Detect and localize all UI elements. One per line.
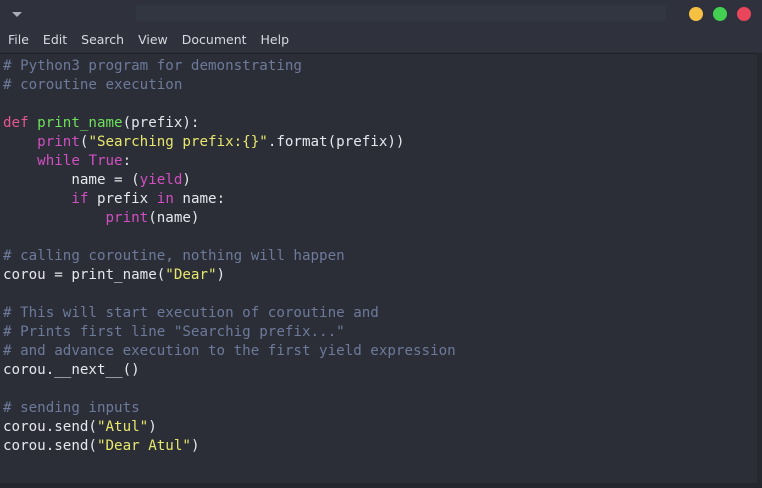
code-token-comment: # Prints first line "Searchig prefix..." <box>3 324 345 340</box>
code-token-plain: ) <box>182 172 191 188</box>
code-token-plain: corou.__next__() <box>3 362 140 378</box>
status-bar <box>0 483 762 488</box>
code-line[interactable]: corou = print_name("Dear") <box>3 266 456 285</box>
code-token-plain: ) <box>190 438 200 454</box>
menu-file[interactable]: File <box>1 28 36 52</box>
code-line[interactable]: corou.__next__() <box>3 361 456 380</box>
maximize-button[interactable] <box>713 7 727 21</box>
code-line[interactable]: # Python3 program for demonstrating <box>3 57 456 76</box>
code-token-plain: .format(prefix)) <box>267 134 405 150</box>
editor-window: File Edit Search View Document Help # Py… <box>0 0 762 488</box>
code-line[interactable] <box>3 228 456 247</box>
code-line[interactable] <box>3 380 456 399</box>
code-line[interactable]: # calling coroutine, nothing will happen <box>3 247 456 266</box>
code-token-keyword: if <box>71 191 89 207</box>
code-token-plain: name = ( <box>3 172 140 188</box>
menu-edit[interactable]: Edit <box>36 28 74 52</box>
code-token-plain: (name) <box>148 210 200 226</box>
code-token-keyword: in <box>156 191 174 207</box>
code-line[interactable]: if prefix in name: <box>3 190 456 209</box>
code-text[interactable]: # Python3 program for demonstrating # cor… <box>3 57 456 456</box>
minimize-button[interactable] <box>689 7 703 21</box>
code-token-plain: name: <box>173 191 226 207</box>
code-token-string: "Searching prefix:{}" <box>88 134 268 150</box>
vertical-scrollbar[interactable] <box>757 53 762 483</box>
window-title-area <box>136 5 666 21</box>
code-line[interactable]: name = (yield) <box>3 171 456 190</box>
code-token-comment: # Python3 program for demonstrating <box>3 58 302 74</box>
code-token-string: "Dear Atul" <box>96 438 191 454</box>
code-token-plain: ) <box>216 267 226 283</box>
code-token-plain: prefix <box>88 191 157 207</box>
menu-search[interactable]: Search <box>74 28 131 52</box>
code-line[interactable]: # sending inputs <box>3 399 456 418</box>
code-token-builtin: print <box>105 210 149 226</box>
code-editor[interactable]: # Python3 program for demonstrating # cor… <box>0 53 757 483</box>
code-line[interactable]: corou.send("Dear Atul") <box>3 437 456 456</box>
code-token-comment: # calling coroutine, nothing will happen <box>3 248 345 264</box>
menu-bar: File Edit Search View Document Help <box>0 28 762 52</box>
code-token-comment: # This will start execution of coroutine… <box>3 305 379 321</box>
code-token-plain: (prefix): <box>122 115 200 131</box>
code-line[interactable] <box>3 285 456 304</box>
code-line[interactable]: # This will start execution of coroutine… <box>3 304 456 323</box>
window-menu-chevron-icon[interactable] <box>12 12 22 17</box>
code-token-comment: # sending inputs <box>3 400 140 416</box>
title-bar <box>0 0 762 28</box>
menu-document[interactable]: Document <box>175 28 254 52</box>
code-token-keyword: while <box>37 153 80 169</box>
code-token-plain: corou.send( <box>3 438 97 454</box>
code-line[interactable]: # and advance execution to the first yie… <box>3 342 456 361</box>
code-line[interactable] <box>3 95 456 114</box>
menu-view[interactable]: View <box>131 28 175 52</box>
code-token-plain: corou.send( <box>3 419 97 435</box>
code-token-comment: # and advance execution to the first yie… <box>3 343 456 359</box>
code-token-builtin: print <box>37 134 80 150</box>
code-token-def: def <box>3 115 38 131</box>
code-token-keyword: yield <box>139 172 183 188</box>
code-line[interactable]: print("Searching prefix:{}".format(prefi… <box>3 133 456 152</box>
code-line[interactable]: print(name) <box>3 209 456 228</box>
code-token-string: "Dear" <box>165 267 217 283</box>
code-token-funcname: print_name <box>37 115 123 131</box>
code-token-plain: corou = print_name( <box>3 267 166 283</box>
code-token-plain: ) <box>148 419 157 435</box>
code-line[interactable]: while True: <box>3 152 456 171</box>
code-line[interactable]: # Prints first line "Searchig prefix..." <box>3 323 456 342</box>
close-button[interactable] <box>737 7 751 21</box>
code-line[interactable]: corou.send("Atul") <box>3 418 456 437</box>
code-token-plain: : <box>122 153 132 169</box>
code-token-string: "Atul" <box>96 419 149 435</box>
code-token-comment: # coroutine execution <box>3 77 183 93</box>
code-line[interactable]: def print_name(prefix): <box>3 114 456 133</box>
menu-help[interactable]: Help <box>254 28 297 52</box>
code-token-keyword: True <box>88 153 123 169</box>
code-line[interactable]: # coroutine execution <box>3 76 456 95</box>
